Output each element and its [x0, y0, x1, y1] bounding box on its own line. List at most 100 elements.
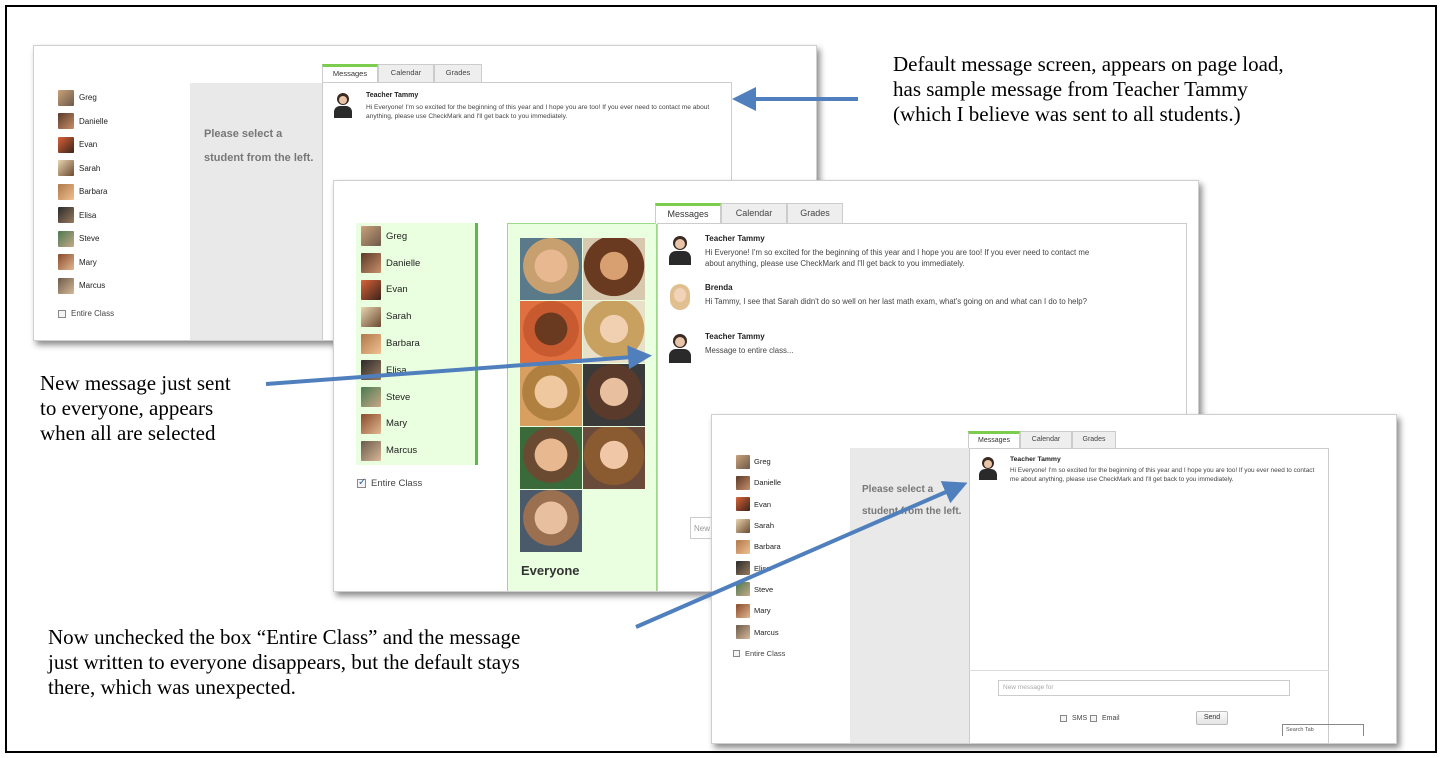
tab-bar: Messages Calendar Grades — [655, 203, 843, 224]
student-photo-icon — [361, 279, 381, 300]
message-item: Brenda Hi Tammy, I see that Sarah didn't… — [667, 282, 1107, 314]
note-default-screen: Default message screen, appears on page … — [893, 52, 1284, 126]
student-name: Marcus — [79, 281, 106, 291]
message-author: Teacher Tammy — [1010, 456, 1061, 463]
student-item-barbara[interactable]: Barbara — [736, 536, 781, 557]
student-item-evan[interactable]: Evan — [58, 133, 108, 157]
student-name: Greg — [386, 230, 408, 242]
student-item-danielle[interactable]: Danielle — [356, 250, 475, 277]
student-photo-icon — [361, 253, 381, 274]
student-name: Marcus — [386, 445, 418, 457]
student-name: Sarah — [79, 163, 101, 173]
entire-class-checkbox[interactable]: Entire Class — [357, 477, 423, 489]
new-message-input[interactable]: New message for — [998, 680, 1290, 696]
group-label: Everyone — [521, 563, 580, 578]
tab-messages[interactable]: Messages — [968, 431, 1020, 448]
student-list: Greg Danielle Evan Sarah Barbara Elisa S… — [58, 86, 108, 298]
student-item-evan[interactable]: Evan — [736, 494, 781, 515]
tab-calendar[interactable]: Calendar — [721, 203, 787, 224]
student-name: Mary — [754, 606, 771, 616]
tab-grades[interactable]: Grades — [434, 64, 482, 82]
composer-divider — [969, 670, 1329, 671]
entire-class-checkbox[interactable]: Entire Class — [733, 649, 785, 658]
student-name: Barbara — [386, 338, 420, 350]
entire-class-label: Entire Class — [745, 649, 786, 658]
student-photo-icon — [58, 230, 74, 247]
student-name: Danielle — [79, 116, 108, 126]
student-name: Elisa — [754, 563, 771, 573]
student-photo-icon — [520, 301, 582, 363]
student-item-evan[interactable]: Evan — [356, 277, 475, 304]
search-tab[interactable]: Search Tab — [1282, 724, 1364, 736]
tab-bar: Messages Calendar Grades — [322, 64, 482, 82]
student-item-danielle[interactable]: Danielle — [58, 110, 108, 134]
student-item-barbara[interactable]: Barbara — [356, 330, 475, 357]
message-text: Message to entire class... — [705, 346, 794, 355]
student-name: Evan — [754, 499, 772, 509]
student-item-marcus[interactable]: Marcus — [58, 274, 108, 298]
student-name: Barbara — [754, 542, 781, 552]
student-item-barbara[interactable]: Barbara — [58, 180, 108, 204]
tab-calendar[interactable]: Calendar — [378, 64, 434, 82]
message-text: Hi Everyone! I'm so excited for the begi… — [1010, 467, 1315, 483]
checkbox-checked-icon — [357, 477, 366, 488]
student-item-elisa[interactable]: Elisa — [356, 357, 475, 384]
tab-messages[interactable]: Messages — [322, 64, 378, 82]
student-item-steve[interactable]: Steve — [58, 227, 108, 251]
sms-checkbox[interactable]: SMS — [1060, 715, 1087, 722]
student-photo-icon — [736, 539, 750, 554]
email-checkbox[interactable]: Email — [1090, 715, 1120, 722]
send-button[interactable]: Send — [1196, 711, 1228, 725]
student-photo-icon — [520, 427, 582, 489]
student-photo-icon — [58, 113, 74, 130]
checkbox-icon — [1090, 715, 1097, 722]
student-photo-icon — [736, 561, 750, 576]
student-item-mary[interactable]: Mary — [58, 251, 108, 275]
student-photo-icon — [736, 497, 750, 512]
entire-class-checkbox[interactable]: Entire Class — [58, 309, 114, 318]
tab-grades[interactable]: Grades — [1072, 431, 1116, 448]
student-name: Mary — [386, 418, 408, 430]
student-name: Steve — [386, 391, 411, 403]
message-author: Teacher Tammy — [705, 234, 765, 243]
student-item-sarah[interactable]: Sarah — [736, 515, 781, 536]
student-photo-icon — [736, 625, 750, 640]
student-photo-icon — [736, 475, 750, 490]
tab-messages[interactable]: Messages — [655, 203, 721, 224]
student-name: Mary — [79, 257, 97, 267]
student-photo-icon — [361, 226, 381, 247]
student-photo-icon — [58, 277, 74, 294]
student-photo-icon — [361, 440, 381, 461]
student-item-marcus[interactable]: Marcus — [356, 437, 475, 464]
student-photo-icon — [361, 413, 381, 434]
checkbox-icon — [1060, 715, 1067, 722]
tab-calendar[interactable]: Calendar — [1020, 431, 1072, 448]
student-item-elisa[interactable]: Elisa — [58, 204, 108, 228]
student-item-elisa[interactable]: Elisa — [736, 557, 781, 578]
student-item-steve[interactable]: Steve — [736, 579, 781, 600]
message-item: Teacher Tammy Hi Everyone! I'm so excite… — [332, 91, 724, 121]
message-pane — [969, 448, 1329, 743]
student-item-sarah[interactable]: Sarah — [58, 157, 108, 181]
student-photo-icon — [361, 387, 381, 408]
student-photo-icon — [583, 364, 645, 426]
student-photo-icon — [58, 136, 74, 153]
tab-grades[interactable]: Grades — [787, 203, 843, 224]
teacher-avatar-icon — [332, 91, 356, 119]
student-item-marcus[interactable]: Marcus — [736, 621, 781, 642]
student-item-steve[interactable]: Steve — [356, 384, 475, 411]
student-item-greg[interactable]: Greg — [736, 451, 781, 472]
student-item-danielle[interactable]: Danielle — [736, 472, 781, 493]
entire-class-label: Entire Class — [371, 478, 423, 489]
student-photo-icon — [58, 207, 74, 224]
student-item-sarah[interactable]: Sarah — [356, 303, 475, 330]
screenshot-unchecked-view: Greg Danielle Evan Sarah Barbara Elisa S… — [711, 414, 1397, 744]
student-item-mary[interactable]: Mary — [356, 411, 475, 438]
teacher-avatar-icon — [978, 455, 1000, 481]
message-text: Hi Everyone! I'm so excited for the begi… — [366, 104, 710, 120]
student-photo-icon — [520, 238, 582, 300]
student-item-greg[interactable]: Greg — [356, 223, 475, 250]
student-item-mary[interactable]: Mary — [736, 600, 781, 621]
student-name: Elisa — [79, 210, 97, 220]
student-item-greg[interactable]: Greg — [58, 86, 108, 110]
